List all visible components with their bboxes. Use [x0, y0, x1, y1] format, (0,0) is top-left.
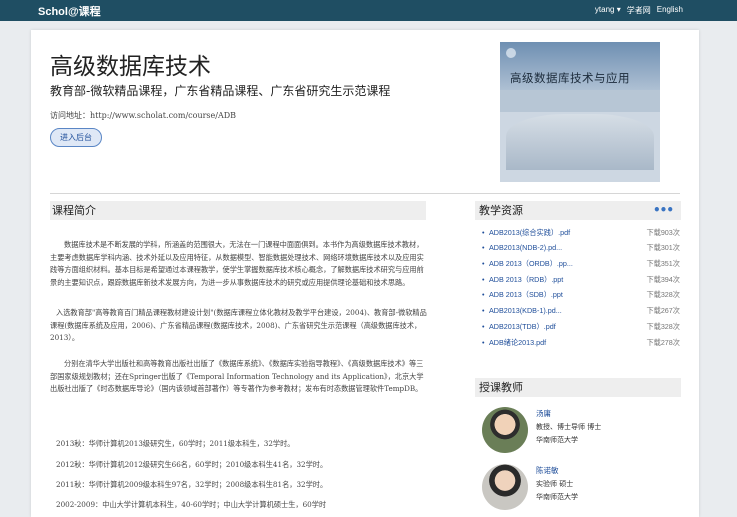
resources-heading: 教学资源 •••	[475, 201, 681, 220]
resource-name[interactable]: ADB 2013（SDB）.ppt	[489, 290, 563, 300]
avatar[interactable]	[482, 407, 528, 453]
english-link[interactable]: English	[657, 5, 683, 16]
top-nav: ytang ▾ 学者网 English	[595, 5, 683, 16]
teacher-org: 华南师范大学	[536, 436, 578, 444]
resource-name[interactable]: ADB2013(TDB）.pdf	[489, 322, 556, 332]
bullet-icon: •	[482, 259, 485, 268]
bullet-icon: •	[482, 275, 485, 284]
course-url: 访问地址：http://www.scholat.com/course/ADB	[50, 110, 236, 121]
resource-downloads: 下载301次	[646, 243, 680, 252]
top-bar: Schol@课程 ytang ▾ 学者网 English	[0, 0, 737, 21]
resource-item[interactable]: • ADB绪论2013.pdf 下载278次	[482, 338, 680, 351]
resource-downloads: 下载278次	[646, 338, 680, 347]
resource-item[interactable]: • ADB 2013（ORDB）.pp... 下载351次	[482, 259, 680, 272]
bullet-icon: •	[482, 322, 485, 331]
resource-downloads: 下载328次	[646, 290, 680, 299]
teacher-title: 实验师 硕士	[536, 480, 574, 488]
cover-logo-icon	[506, 48, 516, 58]
section-divider	[50, 193, 680, 194]
chevron-down-icon: ▾	[616, 5, 621, 14]
bullet-icon: •	[482, 228, 485, 237]
user-menu[interactable]: ytang ▾	[595, 5, 621, 16]
book-cover-image: 高级数据库技术与应用	[500, 42, 660, 182]
more-icon[interactable]: •••	[653, 201, 674, 220]
teachers-heading: 授课教师	[475, 378, 681, 397]
resource-item[interactable]: • ADB 2013（RDB）.ppt 下载394次	[482, 275, 680, 288]
bullet-icon: •	[482, 243, 485, 252]
intro-paragraph-2: 入选教育部"高等教育百门精品课程教材建设计划"(数据库课程立体化教材及教学平台建…	[50, 308, 427, 342]
resource-downloads: 下载394次	[646, 275, 680, 284]
resource-name[interactable]: ADB 2013（RDB）.ppt	[489, 275, 563, 285]
cover-illustration	[506, 114, 654, 170]
enter-admin-button[interactable]: 进入后台	[50, 128, 102, 147]
resource-downloads: 下载328次	[646, 322, 680, 331]
resource-downloads: 下载267次	[646, 306, 680, 315]
resource-item[interactable]: • ADB2013(TDB）.pdf 下载328次	[482, 322, 680, 335]
intro-paragraph-1: 数据库技术是不断发展的学科，所涵盖的范围很大，无法在一门课程中面面俱到。本书作为…	[50, 240, 424, 287]
history-line: 2012秋：华师计算机2012级研究生66名，60学时；2010级本科生41名，…	[56, 460, 328, 469]
bullet-icon: •	[482, 290, 485, 299]
resource-item[interactable]: • ADB2013(KDB-1).pd... 下载267次	[482, 306, 680, 319]
resource-item[interactable]: • ADB 2013（SDB）.ppt 下载328次	[482, 290, 680, 303]
course-card: 高级数据库技术 教育部-微软精品课程，广东省精品课程、广东省研究生示范课程 访问…	[31, 30, 699, 517]
bullet-icon: •	[482, 338, 485, 347]
history-line: 2011秋：华师计算机2009级本科生97名，32学时；2008级本科生81名，…	[56, 480, 328, 489]
resources-title: 教学资源	[479, 204, 523, 217]
avatar[interactable]	[482, 464, 528, 510]
resource-item[interactable]: • ADB2013(NDB-2).pd... 下载301次	[482, 243, 680, 256]
resource-name[interactable]: ADB2013(综合实践）.pdf	[489, 228, 570, 238]
url-label: 访问地址：	[50, 111, 90, 120]
teacher-title: 教授、博士导师 博士	[536, 423, 602, 431]
resource-downloads: 下载903次	[646, 228, 680, 237]
intro-heading: 课程简介	[50, 201, 426, 220]
resource-downloads: 下载351次	[646, 259, 680, 268]
site-logo[interactable]: Schol@课程	[38, 3, 101, 19]
history-line: 2002-2009：中山大学计算机本科生，40-60学时；中山大学计算机硕士生，…	[56, 500, 327, 509]
user-name: ytang	[594, 5, 615, 14]
page-title: 高级数据库技术	[50, 54, 211, 80]
resource-name[interactable]: ADB2013(KDB-1).pd...	[489, 306, 562, 315]
history-line: 2013秋：华师计算机2013级研究生，60学时；2011级本科生，32学时。	[56, 439, 295, 448]
resource-name[interactable]: ADB2013(NDB-2).pd...	[489, 243, 562, 252]
teacher-name[interactable]: 汤庸	[536, 408, 551, 419]
url-link[interactable]: http://www.scholat.com/course/ADB	[90, 111, 236, 120]
bullet-icon: •	[482, 306, 485, 315]
course-subtitle: 教育部-微软精品课程，广东省精品课程、广东省研究生示范课程	[50, 84, 391, 98]
scholar-link[interactable]: 学者网	[627, 5, 651, 16]
intro-paragraph-3: 分别在清华大学出版社和高等教育出版社出版了《数据库系统》、《数据库实验指导教程》…	[50, 359, 424, 393]
resource-item[interactable]: • ADB2013(综合实践）.pdf 下载903次	[482, 228, 680, 241]
teacher-name[interactable]: 陈诺敏	[536, 465, 559, 476]
cover-band	[500, 90, 660, 112]
cover-title: 高级数据库技术与应用	[510, 71, 630, 85]
resource-name[interactable]: ADB绪论2013.pdf	[489, 338, 546, 348]
teacher-org: 华南师范大学	[536, 493, 578, 501]
resource-name[interactable]: ADB 2013（ORDB）.pp...	[489, 259, 573, 269]
